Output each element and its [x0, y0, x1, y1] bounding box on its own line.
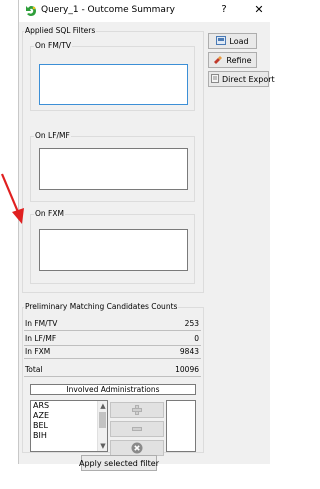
counts-group-label: Preliminary Matching Candidates Counts [24, 302, 179, 311]
count-label-lf-mf: In LF/MF [25, 334, 57, 343]
remove-icon [131, 442, 143, 454]
list-item[interactable]: AZE [31, 411, 107, 421]
client-area: Applied SQL Filters On FM/TV On LF/MF On… [19, 22, 275, 471]
apply-selected-filter-button[interactable]: Apply selected filter [78, 455, 160, 471]
count-value-fxm: 9843 [179, 347, 199, 356]
red-arrow-icon [0, 173, 24, 224]
add-administration-button[interactable] [110, 402, 164, 418]
outcome-summary-window: Query_1 - Outcome Summary ? ✕ Applied SQ… [18, 0, 275, 471]
applied-filters-label: Applied SQL Filters [24, 26, 97, 35]
load-label: Load [229, 36, 249, 46]
count-divider [24, 330, 201, 331]
window-title: Query_1 - Outcome Summary [41, 5, 175, 15]
count-divider [24, 358, 201, 359]
count-label-fxm: In FXM [25, 347, 51, 356]
count-divider [24, 345, 201, 346]
subtract-administration-button[interactable] [110, 421, 164, 437]
total-divider [24, 376, 201, 377]
app-logo-icon [26, 6, 36, 16]
count-label-total: Total [25, 365, 43, 374]
refine-button[interactable]: Refine [208, 52, 257, 68]
export-icon [211, 73, 219, 85]
fxm-filter-textbox[interactable] [39, 229, 188, 271]
list-item[interactable]: BEL [31, 421, 107, 431]
list-scrollbar[interactable]: ▲ ▼ [97, 401, 107, 451]
refine-icon [213, 55, 223, 66]
scroll-up-icon[interactable]: ▲ [99, 402, 107, 410]
load-button[interactable]: Load [208, 33, 257, 49]
fxm-label: On FXM [34, 209, 65, 218]
selected-administrations-list[interactable] [166, 400, 196, 452]
minus-icon [132, 427, 142, 431]
close-button[interactable]: ✕ [252, 3, 266, 17]
fm-tv-label: On FM/TV [34, 41, 73, 50]
apply-selected-filter-label: Apply selected filter [78, 458, 160, 468]
refine-label: Refine [226, 55, 252, 65]
lf-mf-filter-textbox[interactable] [39, 148, 188, 190]
direct-export-button[interactable]: Direct Export [208, 71, 275, 87]
clear-administrations-button[interactable] [110, 440, 164, 456]
direct-export-label: Direct Export [222, 74, 275, 84]
load-icon [216, 35, 227, 47]
fm-tv-filter-textbox[interactable] [39, 64, 188, 105]
list-item[interactable]: ARS [31, 401, 107, 411]
help-button[interactable]: ? [218, 4, 230, 18]
lf-mf-label: On LF/MF [34, 131, 71, 140]
scroll-down-icon[interactable]: ▼ [99, 442, 107, 450]
involved-administrations-header: Involved Administrations [30, 384, 196, 395]
scroll-thumb[interactable] [99, 412, 106, 428]
count-label-fm-tv: In FM/TV [25, 319, 58, 328]
count-value-total: 10096 [175, 365, 199, 374]
count-value-fm-tv: 253 [184, 319, 199, 328]
list-item[interactable]: BIH [31, 431, 107, 441]
count-value-lf-mf: 0 [194, 334, 199, 343]
plus-icon [132, 405, 142, 415]
title-bar: Query_1 - Outcome Summary ? ✕ [19, 0, 270, 22]
administrations-list[interactable]: ARS AZE BEL BIH ▲ ▼ [30, 400, 108, 452]
